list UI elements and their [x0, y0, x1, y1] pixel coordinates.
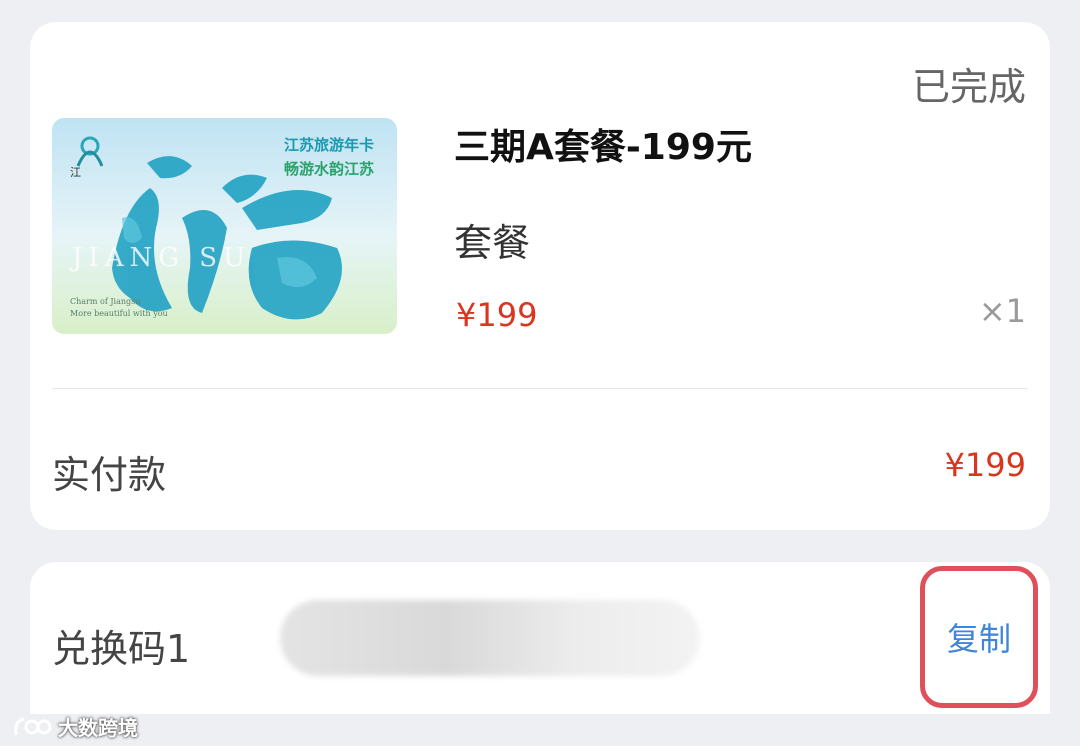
- divider: [52, 388, 1028, 389]
- product-price: ¥199: [456, 296, 538, 334]
- paid-amount: ¥199: [944, 446, 1026, 484]
- jiangsu-card-image: 江 江苏旅游年卡 畅游水韵江苏 JIANG SU Charm of Jiangs…: [52, 118, 397, 334]
- svg-text:More beautiful with you: More beautiful with you: [70, 309, 168, 318]
- svg-text:畅游水韵江苏: 畅游水韵江苏: [284, 160, 374, 178]
- order-status: 已完成: [911, 65, 1026, 109]
- product-title[interactable]: 三期A套餐-199元: [454, 118, 752, 170]
- watermark: 大数跨境: [12, 712, 138, 741]
- watermark-logo-icon: [14, 717, 52, 735]
- paid-label: 实付款: [52, 453, 167, 497]
- copy-button-label: 复制: [946, 620, 1011, 658]
- redeem-code-value-blurred: [280, 600, 700, 676]
- svg-text:JIANG SU: JIANG SU: [69, 243, 251, 273]
- redeem-code-label: 兑换码1: [52, 627, 191, 671]
- product-thumbnail[interactable]: 江 江苏旅游年卡 畅游水韵江苏 JIANG SU Charm of Jiangs…: [52, 118, 397, 334]
- svg-text:Charm of Jiangsu: Charm of Jiangsu: [70, 297, 140, 306]
- redeem-code-card: 兑换码1 复制: [30, 562, 1050, 714]
- svg-text:江: 江: [70, 166, 81, 179]
- svg-text:江苏旅游年卡: 江苏旅游年卡: [284, 136, 374, 154]
- watermark-text: 大数跨境: [58, 716, 138, 740]
- product-quantity: ×1: [978, 292, 1026, 330]
- product-type: 套餐: [454, 221, 531, 265]
- order-card: 已完成 江 江苏旅游年卡 畅游水韵江苏 JIANG SU Charm of Ji…: [30, 22, 1050, 530]
- copy-button[interactable]: 复制: [920, 566, 1038, 708]
